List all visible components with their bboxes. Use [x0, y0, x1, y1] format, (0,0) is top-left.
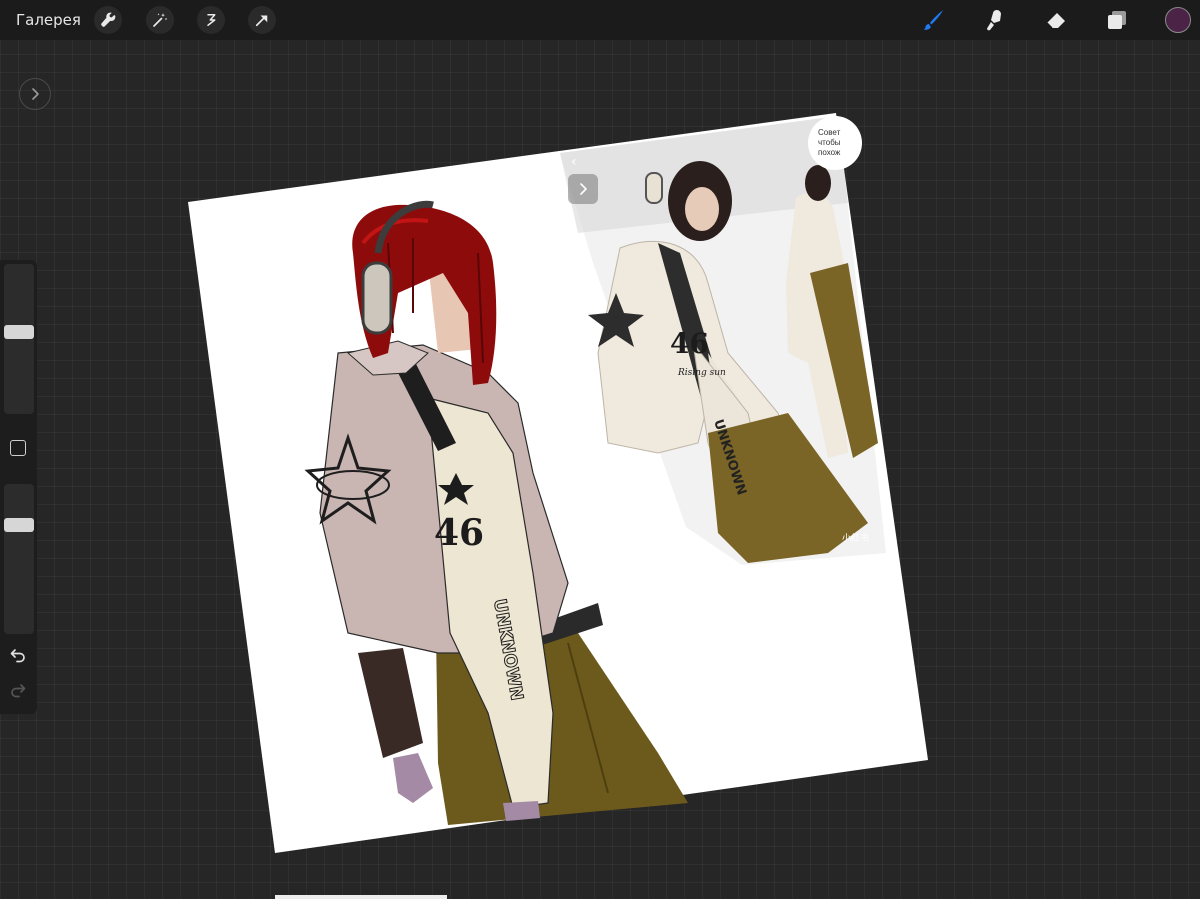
smudge-tool[interactable]	[979, 5, 1009, 35]
reference-back-button[interactable]: ‹	[571, 154, 577, 170]
smudge-icon	[987, 10, 1001, 31]
adjustments-button[interactable]	[146, 6, 174, 34]
redo-icon	[11, 684, 26, 698]
svg-text:Rising sun: Rising sun	[677, 368, 726, 378]
brush-icon	[923, 10, 943, 30]
transform-button[interactable]	[248, 6, 276, 34]
artwork-drawing: 46 Rising sun UNKNOWN 46 UNKNOWN	[188, 113, 928, 853]
redo-button[interactable]	[8, 680, 28, 700]
brush-tool[interactable]	[918, 5, 948, 35]
transform-arrow-icon	[255, 15, 268, 27]
undo-icon	[10, 649, 25, 663]
layers-icon	[1108, 11, 1126, 29]
expand-reference-button[interactable]	[19, 78, 51, 110]
sidebar-controls	[0, 260, 37, 714]
reference-watermark: 小红书	[842, 534, 870, 544]
wrench-icon	[101, 12, 116, 27]
selection-icon	[207, 14, 216, 26]
chevron-right-icon	[580, 183, 587, 195]
top-toolbar: Галерея	[0, 0, 1200, 40]
brush-size-thumb[interactable]	[4, 325, 34, 339]
artwork-canvas[interactable]: 46 Rising sun UNKNOWN 46 UNKNOWN ‹ Совет…	[188, 113, 928, 853]
magic-wand-icon	[153, 13, 168, 27]
eraser-tool[interactable]	[1041, 5, 1071, 35]
canvas-edge-strip	[275, 895, 447, 899]
reference-tip-bubble: Совет чтобы похож	[808, 116, 862, 170]
modify-button[interactable]	[10, 440, 26, 456]
opacity-slider[interactable]	[4, 484, 34, 634]
layers-tool[interactable]	[1102, 5, 1132, 35]
tip-line-1: Совет	[818, 128, 841, 137]
actions-button[interactable]	[94, 6, 122, 34]
tip-line-2: чтобы	[818, 138, 841, 147]
chevron-right-icon	[32, 88, 39, 100]
gallery-button[interactable]: Галерея	[16, 10, 81, 30]
undo-button[interactable]	[8, 645, 28, 665]
svg-text:46: 46	[670, 327, 709, 360]
opacity-thumb[interactable]	[4, 518, 34, 532]
eraser-icon	[1046, 13, 1065, 29]
tip-line-3: похож	[818, 148, 841, 157]
brush-size-slider[interactable]	[4, 264, 34, 414]
color-picker-button[interactable]	[1165, 7, 1191, 33]
reference-next-button[interactable]	[568, 174, 598, 204]
svg-text:46: 46	[434, 512, 484, 554]
selection-button[interactable]	[197, 6, 225, 34]
